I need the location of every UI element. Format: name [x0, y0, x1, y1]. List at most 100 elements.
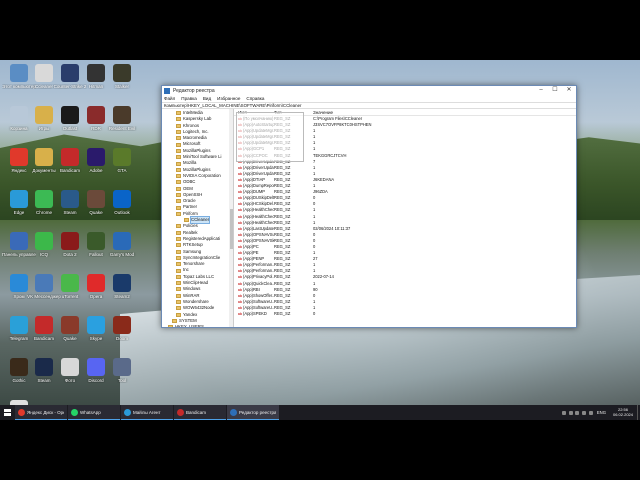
menu-file[interactable]: Файл: [164, 96, 175, 101]
folder-icon: [176, 148, 181, 153]
hitman-icon: [87, 64, 105, 82]
windows-logo-icon: [3, 409, 11, 416]
desktop-icon[interactable]: Tool: [105, 358, 139, 398]
gta-icon: [113, 148, 131, 166]
tray-volume-icon[interactable]: [575, 410, 580, 415]
window-title: Редактор реестра: [173, 87, 215, 94]
start-button[interactable]: [0, 405, 14, 420]
registry-editor-window[interactable]: Редактор реестра – ☐ ✕ Файл Правка Вид И…: [161, 85, 577, 328]
folder-icon: [176, 123, 181, 128]
hover-tooltip: [236, 112, 304, 162]
folder-icon: [176, 224, 181, 229]
clock[interactable]: 22:56 06.02.2024: [613, 407, 633, 417]
screen: Этот компьютер Ccleaner Counter-Strike 2 Hi…: [0, 0, 640, 480]
folder-icon: [176, 300, 181, 305]
desktop-icon-label: Steam2: [114, 294, 130, 299]
steam2-icon: [113, 274, 131, 292]
outlast-icon: [61, 106, 79, 124]
close-button[interactable]: ✕: [562, 86, 576, 95]
tool-icon: [113, 358, 131, 376]
folder-icon: [176, 255, 181, 260]
title-bar[interactable]: Редактор реестра – ☐ ✕: [162, 86, 576, 95]
quake2-icon: [61, 316, 79, 334]
taskbar: Яндекс Диск - Opera WhatsApp Майлы Агент Ba…: [0, 405, 640, 420]
computer-icon: [10, 64, 28, 82]
tray-app2-icon[interactable]: [588, 410, 593, 415]
desktop-icon[interactable]: Doom: [105, 316, 139, 356]
telegram-icon: [10, 316, 28, 334]
yandex-icon: [10, 148, 28, 166]
menu-view[interactable]: Вид: [203, 96, 211, 101]
tree-scrollbar[interactable]: [229, 109, 233, 327]
menu-favorites[interactable]: Избранное: [217, 96, 240, 101]
folder-icon: [176, 306, 181, 311]
column-data[interactable]: Значение: [313, 110, 576, 115]
vk-icon: [35, 274, 53, 292]
folder-icon: [176, 211, 181, 216]
taskbar-app-button[interactable]: Bandicam: [174, 405, 226, 420]
language-indicator[interactable]: ENG: [597, 410, 606, 415]
gothic-icon: [10, 358, 28, 376]
docs-icon: [35, 148, 53, 166]
taskbar-app-label: Майлы Агент: [133, 409, 161, 415]
minimize-button[interactable]: –: [534, 86, 548, 95]
desktop-icon-label: Outlook: [114, 210, 130, 215]
tray-app-icon[interactable]: [582, 410, 586, 415]
folder-icon: [176, 237, 181, 242]
utorrent-icon: [61, 274, 79, 292]
folder-icon: [176, 230, 181, 235]
stalker-icon: [113, 64, 131, 82]
values-pane[interactable]: Имя Тип Значение ab(По умолчанию)REG_SZC…: [234, 109, 576, 327]
folder-icon: [168, 325, 173, 327]
tree-item[interactable]: HKEY_USERS: [162, 324, 233, 327]
value-name-cell: ab (App)SPEKD: [234, 311, 274, 317]
folder-icon: [176, 180, 181, 185]
folder-icon: [184, 218, 189, 223]
string-value-icon: ab: [238, 312, 242, 316]
desktop-icon-label: Resident Evil: [108, 126, 136, 131]
folder-icon: [176, 243, 181, 248]
taskbar-app-button[interactable]: Редактор реестра: [227, 405, 279, 420]
folder-icon: [176, 174, 181, 179]
maximize-button[interactable]: ☐: [548, 86, 562, 95]
key-tree[interactable]: IntelMedia Kaspersky Lab Khronos Logitech, …: [162, 109, 234, 327]
tray-chevron-icon[interactable]: [562, 410, 567, 415]
value-row[interactable]: ab (App)SPEKD REG_SZ 0: [234, 311, 576, 317]
desktop-icon[interactable]: Stalker: [105, 64, 139, 104]
whatsapp-icon: [71, 408, 78, 416]
photos-icon: [61, 358, 79, 376]
folder-icon: [176, 287, 181, 292]
games-folder-icon: [35, 106, 53, 124]
menu-help[interactable]: Справка: [246, 96, 264, 101]
desktop-icon[interactable]: Garry's Mod: [105, 232, 139, 272]
desktop-icon[interactable]: Resident Evil: [105, 106, 139, 146]
taskbar-app-button[interactable]: Майлы Агент: [121, 405, 173, 420]
taskbar-app-button[interactable]: Яндекс Диск - Opera: [15, 405, 67, 420]
folder-icon: [176, 274, 181, 279]
folder-icon: [176, 186, 181, 191]
desktop-icon[interactable]: Outlook: [105, 190, 139, 230]
folder-icon: [176, 117, 181, 122]
taskbar-app-button[interactable]: WhatsApp: [68, 405, 120, 420]
value-data: 0: [313, 311, 316, 316]
menu-edit[interactable]: Правка: [181, 96, 197, 101]
bandicam2-icon: [35, 316, 53, 334]
dota-icon: [61, 232, 79, 250]
folder-icon: [172, 318, 177, 323]
desktop-icon[interactable]: GTA: [105, 148, 139, 188]
system-tray: ENG 22:56 06.02.2024: [561, 405, 640, 420]
value-name: (App)SPEKD: [242, 311, 267, 316]
mail-agent-icon: [124, 408, 131, 416]
folder-icon: [176, 111, 181, 116]
desktop-icon-label: Stalker: [114, 84, 129, 89]
ccleaner-icon: [35, 64, 53, 82]
chrome-blue-icon: [10, 274, 28, 292]
desktop-icon-label: GTA: [117, 168, 127, 173]
folder-icon: [176, 262, 181, 267]
desktop-icon[interactable]: Steam2: [105, 274, 139, 314]
steam-icon: [61, 190, 79, 208]
tray-network-icon[interactable]: [568, 410, 573, 415]
address-bar[interactable]: Компьютер\HKEY_LOCAL_MACHINE\SOFTWARE\Pi…: [162, 102, 576, 109]
steam3-icon: [35, 358, 53, 376]
tree-scroll-thumb[interactable]: [229, 209, 233, 249]
